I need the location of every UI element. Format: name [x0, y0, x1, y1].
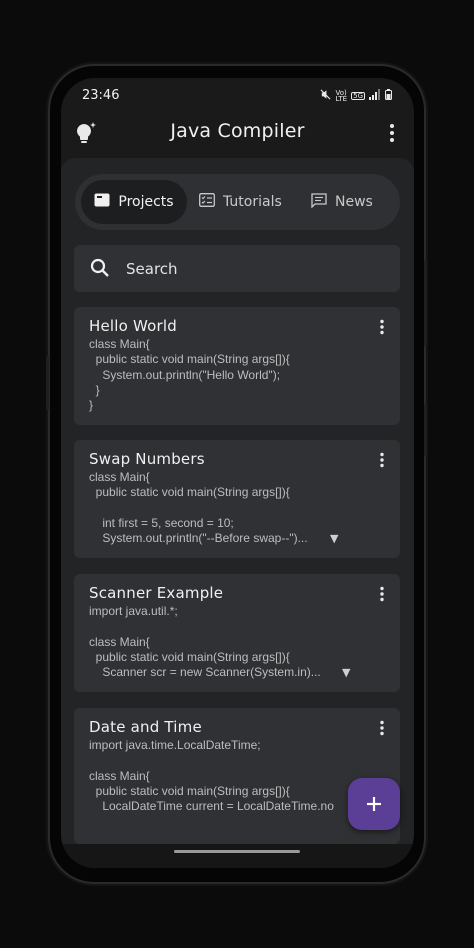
status-icons: Vo) LTE 5G	[320, 89, 392, 102]
system-nav-bar	[61, 844, 414, 868]
plus-icon	[367, 797, 381, 811]
search-input[interactable]: Search	[126, 260, 178, 278]
side-button	[46, 356, 49, 410]
tab-news[interactable]: News	[311, 180, 373, 224]
folder-card-icon	[94, 193, 110, 211]
project-card[interactable]: Swap Numbers class Main{ public static v…	[74, 440, 400, 558]
more-vert-icon[interactable]	[376, 319, 388, 335]
project-title: Scanner Example	[89, 584, 224, 602]
project-card[interactable]: Hello World class Main{ public static vo…	[74, 307, 400, 425]
more-vert-icon[interactable]	[376, 720, 388, 736]
tab-bar: Projects Tutorials News	[75, 174, 400, 230]
status-bar: 23:46 Vo) LTE 5G	[61, 78, 414, 114]
project-title: Hello World	[89, 317, 177, 335]
more-vert-icon[interactable]	[384, 122, 400, 144]
search-bar[interactable]: Search	[74, 245, 400, 292]
more-vert-icon[interactable]	[376, 452, 388, 468]
network-5g-badge: 5G	[351, 91, 365, 100]
expand-arrow-icon[interactable]: ▼	[330, 532, 338, 545]
more-vert-icon[interactable]	[376, 586, 388, 602]
gesture-handle[interactable]	[174, 850, 300, 853]
app-title: Java Compiler	[170, 120, 305, 142]
message-icon	[311, 192, 327, 212]
battery-icon	[385, 89, 392, 102]
side-button	[424, 404, 427, 456]
project-card[interactable]: Scanner Example import java.util.*; clas…	[74, 574, 400, 692]
project-title: Swap Numbers	[89, 450, 205, 468]
project-code-preview: class Main{ public static void main(Stri…	[89, 337, 290, 413]
search-icon	[90, 258, 109, 277]
add-project-button[interactable]	[348, 778, 400, 830]
tab-tutorials[interactable]: Tutorials	[199, 180, 282, 224]
checklist-icon	[199, 193, 215, 211]
mute-icon	[320, 89, 331, 102]
project-title: Date and Time	[89, 718, 202, 736]
tab-projects[interactable]: Projects	[81, 180, 187, 224]
expand-arrow-icon[interactable]: ▼	[342, 666, 350, 679]
status-time: 23:46	[82, 88, 120, 103]
project-code-preview: import java.time.LocalDateTime; class Ma…	[89, 738, 334, 814]
app-screen: 23:46 Vo) LTE 5G Java Compiler Projects …	[61, 78, 414, 868]
signal-icon	[369, 89, 381, 102]
volte-badge: Vo) LTE	[335, 88, 348, 103]
side-button	[424, 260, 427, 346]
project-code-preview: class Main{ public static void main(Stri…	[89, 470, 308, 546]
